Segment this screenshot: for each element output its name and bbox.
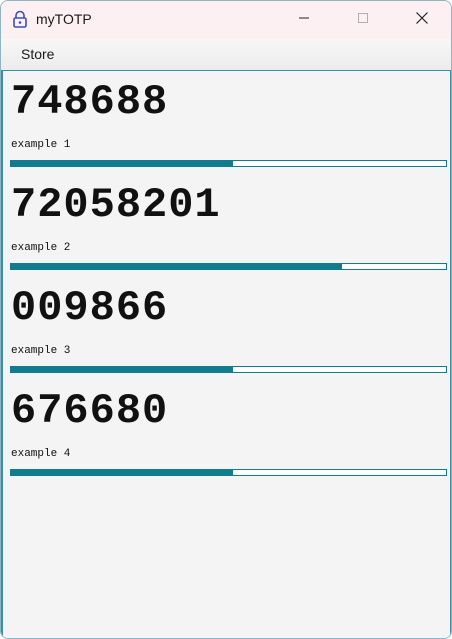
minimize-icon — [298, 11, 310, 29]
maximize-button[interactable] — [340, 1, 386, 39]
maximize-icon — [357, 11, 369, 29]
window-title: myTOTP — [36, 11, 92, 27]
expiry-progress-bar — [10, 263, 447, 270]
expiry-progress-fill — [11, 367, 233, 372]
token-entry: 748688 example 1 — [10, 71, 448, 171]
lock-icon — [11, 10, 29, 28]
token-list: 748688 example 1 72058201 example 2 0098… — [1, 71, 451, 638]
totp-code[interactable]: 748688 — [11, 77, 168, 127]
minimize-button[interactable] — [281, 1, 327, 39]
totp-code[interactable]: 009866 — [11, 283, 168, 333]
menu-bar: Store — [1, 39, 451, 71]
title-bar[interactable]: myTOTP — [1, 1, 451, 39]
token-entry: 009866 example 3 — [10, 277, 448, 377]
expiry-progress-bar — [10, 160, 447, 167]
app-window: myTOTP Store 748688 example 1 72058201 e… — [0, 0, 452, 639]
expiry-progress-bar — [10, 366, 447, 373]
token-entry: 676680 example 4 — [10, 380, 448, 480]
token-entry: 72058201 example 2 — [10, 174, 448, 274]
totp-code[interactable]: 72058201 — [11, 180, 221, 230]
expiry-progress-fill — [11, 470, 233, 475]
menu-store[interactable]: Store — [14, 44, 61, 64]
token-label: example 3 — [11, 345, 71, 357]
close-button[interactable] — [399, 1, 445, 39]
totp-code[interactable]: 676680 — [11, 386, 168, 436]
token-label: example 1 — [11, 139, 71, 151]
token-label: example 4 — [11, 448, 71, 460]
expiry-progress-bar — [10, 469, 447, 476]
expiry-progress-fill — [11, 161, 233, 166]
token-label: example 2 — [11, 242, 71, 254]
close-icon — [415, 11, 429, 30]
expiry-progress-fill — [11, 264, 342, 269]
